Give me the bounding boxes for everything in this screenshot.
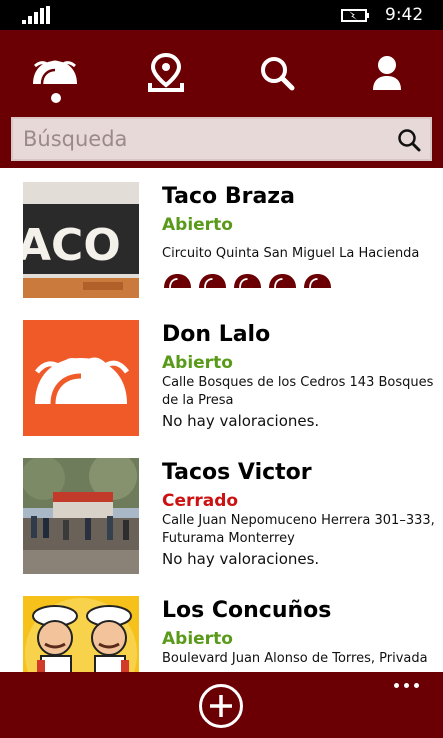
taco-icon — [35, 357, 130, 405]
status-bar: 9:42 — [0, 0, 443, 30]
restaurant-address: Calle Bosques de los Cedros 143 Bosques … — [162, 375, 434, 408]
taco-rating-icon — [164, 274, 191, 289]
restaurant-list: ACO BRAZ Taco Braza Abierto Circuito Qui… — [0, 168, 443, 672]
app-header — [0, 30, 443, 168]
taco-rating-icon — [269, 274, 296, 289]
clock: 9:42 — [385, 5, 424, 25]
taco-icon — [33, 60, 77, 85]
restaurant-logo — [23, 320, 139, 436]
restaurant-logo — [23, 596, 139, 672]
taco-rating-icon — [234, 274, 261, 289]
nav-tab-profile[interactable] — [357, 48, 417, 98]
restaurant-item[interactable]: Don Lalo Abierto Calle Bosques de los Ce… — [0, 306, 443, 444]
bottom-app-bar — [0, 672, 443, 738]
nav-tab-restaurants[interactable] — [25, 48, 85, 98]
search-box — [11, 117, 432, 161]
taco-rating-icon — [304, 274, 331, 289]
restaurant-status: Abierto — [162, 215, 233, 235]
restaurant-photo — [23, 458, 139, 574]
rating-text: No hay valoraciones. — [162, 412, 320, 430]
search-input[interactable] — [13, 119, 383, 159]
rating-stars — [162, 272, 333, 290]
more-dots-icon[interactable] — [394, 678, 424, 692]
restaurant-address: Boulevard Juan Alonso de Torres, Privada — [162, 651, 428, 666]
svg-text:ACO BRAZ: ACO BRAZ — [23, 220, 139, 271]
restaurant-name: Los Concuños — [162, 598, 332, 623]
nav-tab-map[interactable] — [136, 48, 196, 98]
restaurant-status: Cerrado — [162, 491, 239, 511]
restaurant-name: Don Lalo — [162, 322, 271, 347]
map-pin-icon — [148, 53, 184, 92]
restaurant-status: Abierto — [162, 629, 233, 649]
user-icon — [373, 56, 401, 90]
restaurant-name: Taco Braza — [162, 184, 295, 209]
restaurant-address: Calle Juan Nepomuceno Herrera 301–333, F… — [162, 513, 435, 546]
battery-charging-icon — [341, 9, 369, 22]
selected-tab-indicator — [51, 93, 61, 103]
search-icon — [261, 57, 295, 91]
restaurant-item[interactable]: Tacos Victor Cerrado Calle Juan Nepomuce… — [0, 444, 443, 582]
restaurant-item[interactable]: ACO BRAZ Taco Braza Abierto Circuito Qui… — [0, 168, 443, 306]
restaurant-name: Tacos Victor — [162, 460, 312, 485]
restaurant-photo: ACO BRAZ — [23, 182, 139, 298]
nav-tab-search[interactable] — [247, 48, 307, 98]
add-circle-icon[interactable] — [198, 683, 244, 729]
restaurant-item[interactable]: Los Concuños Abierto Boulevard Juan Alon… — [0, 582, 443, 672]
restaurant-address: Circuito Quinta San Miguel La Hacienda — [162, 246, 420, 261]
rating-text: No hay valoraciones. — [162, 550, 320, 568]
restaurant-status: Abierto — [162, 353, 233, 373]
search-button-icon[interactable] — [396, 127, 422, 153]
signal-bars-icon — [22, 6, 50, 24]
taco-rating-icon — [199, 274, 226, 289]
